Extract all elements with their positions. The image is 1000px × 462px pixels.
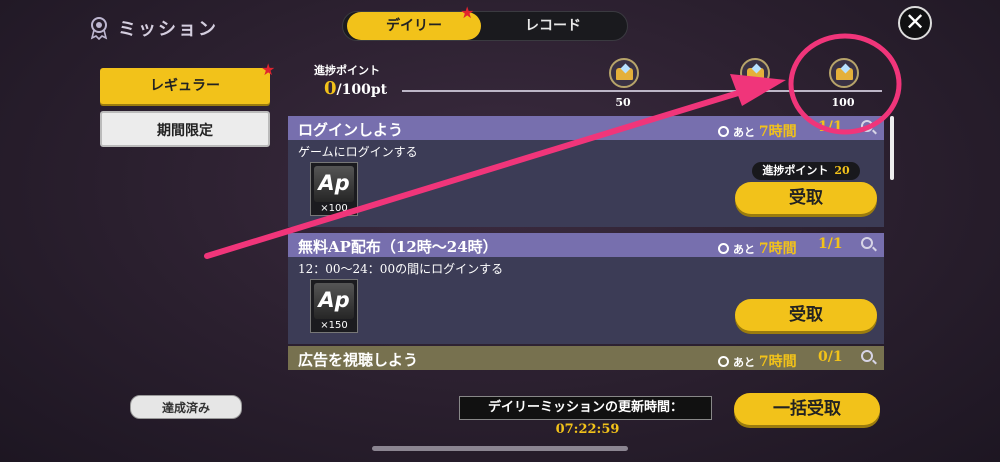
- ap-icon: Ap: [314, 166, 354, 202]
- close-icon: ✕: [904, 8, 926, 36]
- mission-count: 1/1: [818, 236, 843, 252]
- tab-bar: デイリー レコード: [342, 11, 628, 41]
- new-star-icon: ★: [460, 3, 475, 22]
- timer-icon: [718, 243, 729, 254]
- page-title: ミッション: [88, 14, 218, 42]
- tab-record[interactable]: レコード: [483, 12, 623, 40]
- mission-title: ログインしよう: [298, 121, 404, 139]
- completed-filter-button[interactable]: 達成済み: [130, 395, 242, 419]
- mission-header: 広告を視聴しよう あと 7時間 0/1: [288, 346, 884, 370]
- mission-body: ゲームにログインする Ap ×100 進捗ポイント 20 受取: [288, 140, 884, 227]
- mission-description: ゲームにログインする: [298, 145, 418, 159]
- progress-label: 進捗ポイント: [314, 64, 380, 77]
- milestone-label: 100: [831, 96, 855, 109]
- mission-count: 0/1: [818, 349, 843, 365]
- category-regular-button[interactable]: レギュラー: [100, 68, 270, 104]
- reward-quantity: ×100: [320, 203, 348, 214]
- progress-value: 0/100pt: [324, 78, 387, 99]
- mission-header: 無料AP配布（12時〜24時） あと 7時間 1/1: [288, 233, 884, 257]
- claim-button[interactable]: 受取: [735, 299, 877, 331]
- search-icon[interactable]: [861, 237, 873, 249]
- medal-icon: [90, 17, 108, 40]
- mission-title: 無料AP配布（12時〜24時）: [298, 238, 498, 256]
- progress-track: [402, 90, 882, 92]
- search-icon[interactable]: [861, 120, 873, 132]
- category-limited-button[interactable]: 期間限定: [100, 111, 270, 147]
- mission-title: 広告を視聴しよう: [298, 351, 419, 369]
- scrollbar[interactable]: [890, 116, 894, 180]
- progress-max: /100pt: [336, 82, 388, 98]
- ap-icon: Ap: [314, 283, 354, 319]
- reward-item[interactable]: Ap ×100: [310, 162, 358, 216]
- home-indicator: [372, 446, 628, 451]
- mission-timer: あと 7時間: [718, 238, 797, 258]
- treasure-chest-icon[interactable]: [740, 58, 770, 88]
- claim-button[interactable]: 受取: [735, 182, 877, 214]
- treasure-chest-icon[interactable]: [609, 58, 639, 88]
- mission-timer: あと 7時間: [718, 351, 797, 371]
- progress-unit: pt: [370, 82, 388, 98]
- page-title-text: ミッション: [118, 19, 218, 40]
- reward-item[interactable]: Ap ×150: [310, 279, 358, 333]
- refresh-timer: デイリーミッションの更新時間：07:22:59: [459, 396, 712, 437]
- mission-count: 1/1: [818, 119, 843, 135]
- timer-icon: [718, 126, 729, 137]
- new-star-icon: ★: [261, 60, 276, 79]
- milestone-label: 50: [615, 96, 631, 109]
- timer-icon: [718, 356, 729, 367]
- mission-list[interactable]: ログインしよう あと 7時間 1/1 ゲームにログインする Ap ×100 進捗…: [288, 116, 884, 378]
- mission-description: 12：00〜24：00の間にログインする: [298, 262, 504, 276]
- treasure-chest-icon[interactable]: [829, 58, 859, 88]
- mission-body: 12：00〜24：00の間にログインする Ap ×150 受取: [288, 257, 884, 344]
- search-icon[interactable]: [861, 350, 873, 362]
- points-badge: 進捗ポイント 20: [752, 162, 860, 180]
- close-button[interactable]: ✕: [898, 6, 932, 40]
- mission-header: ログインしよう あと 7時間 1/1: [288, 116, 884, 140]
- progress-current: 0: [324, 78, 337, 99]
- mission-timer: あと 7時間: [718, 121, 797, 141]
- claim-all-button[interactable]: 一括受取: [734, 393, 880, 425]
- reward-quantity: ×150: [320, 320, 348, 331]
